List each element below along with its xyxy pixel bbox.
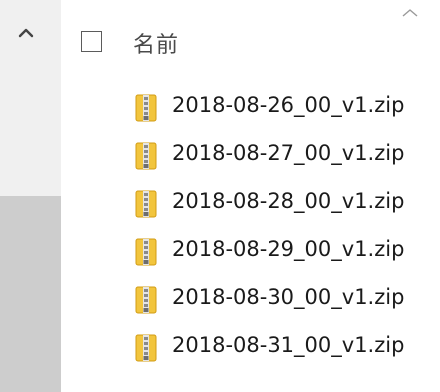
name-column-label: 名前 [133,33,180,58]
scroll-up-button[interactable] [0,0,61,64]
zip-folder-icon [135,286,157,314]
file-name: 2018-08-27_00_v1.zip [172,141,405,165]
zip-folder-icon [135,334,157,362]
file-row[interactable]: 2018-08-29_00_v1.zip [61,228,440,276]
zip-folder-icon [135,142,157,170]
chevron-up-icon [18,28,34,38]
scrollbar-thumb[interactable] [0,196,61,392]
sort-ascending-icon [402,9,418,17]
file-name: 2018-08-30_00_v1.zip [172,285,405,309]
file-row[interactable]: 2018-08-31_00_v1.zip [61,324,440,372]
zip-folder-icon [135,238,157,266]
file-row[interactable]: 2018-08-30_00_v1.zip [61,276,440,324]
file-name: 2018-08-31_00_v1.zip [172,333,405,357]
zip-folder-icon [135,94,157,122]
zip-folder-icon [135,190,157,218]
file-row[interactable]: 2018-08-27_00_v1.zip [61,132,440,180]
column-header-name[interactable]: 名前 [61,0,440,84]
file-name: 2018-08-26_00_v1.zip [172,93,405,117]
vertical-scrollbar[interactable] [0,0,61,392]
file-row[interactable]: 2018-08-28_00_v1.zip [61,180,440,228]
select-all-checkbox[interactable] [81,31,102,52]
file-name: 2018-08-28_00_v1.zip [172,189,405,213]
file-row[interactable]: 2018-08-26_00_v1.zip [61,84,440,132]
file-name: 2018-08-29_00_v1.zip [172,237,405,261]
